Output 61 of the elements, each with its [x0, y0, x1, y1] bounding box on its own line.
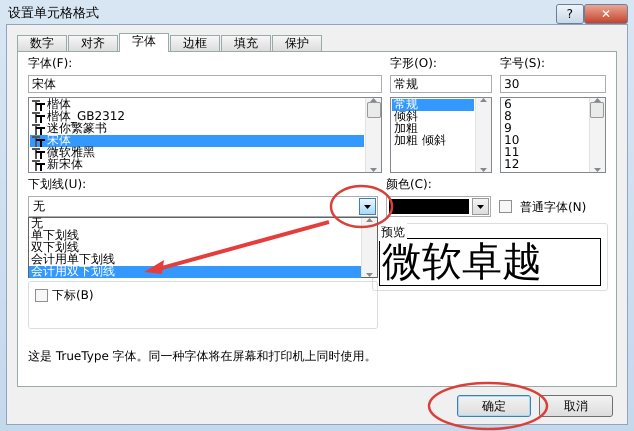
list-item[interactable]: 倾斜	[392, 111, 474, 123]
font-type-icon	[32, 112, 45, 122]
list-item[interactable]: 11	[502, 147, 588, 159]
list-item[interactable]: 新宋体	[30, 159, 364, 171]
style-label: 字形(O):	[390, 56, 438, 71]
tab[interactable]: 字体	[119, 33, 169, 52]
style-input[interactable]: 常规	[390, 75, 492, 93]
scroll-down-icon[interactable]	[594, 168, 601, 172]
scroll-up-icon[interactable]	[480, 98, 488, 102]
caret-icon	[477, 204, 484, 208]
list-item[interactable]: 楷体	[30, 99, 364, 111]
list-item[interactable]: 楷体_GB2312	[30, 111, 364, 123]
preview-text: 微软卓越	[379, 238, 601, 286]
color-dropdown[interactable]	[386, 196, 491, 217]
tab[interactable]: 数字	[17, 35, 67, 51]
dropdown-option[interactable]: 无	[29, 218, 361, 230]
font-type-icon	[32, 136, 45, 146]
color-label: 颜色(C):	[386, 177, 433, 192]
font-type-icon	[32, 160, 45, 170]
size-input[interactable]: 30	[500, 75, 606, 93]
scroll-down-icon[interactable]	[480, 168, 488, 172]
size-label: 字号(S):	[500, 56, 546, 71]
cancel-button[interactable]: 取消	[539, 395, 613, 417]
scroll-thumb[interactable]	[590, 102, 604, 118]
list-item[interactable]: 6	[502, 99, 588, 111]
tab[interactable]: 填充	[221, 35, 271, 51]
list-item[interactable]: 微软雅黑	[30, 147, 364, 159]
window-title: 设置单元格格式	[8, 5, 99, 23]
checkbox[interactable]	[35, 288, 48, 302]
list-item[interactable]: 10	[502, 135, 588, 147]
dropdown-option[interactable]: 会计用单下划线	[29, 254, 361, 266]
tab[interactable]: 边框	[170, 35, 220, 51]
dropdown-button[interactable]	[359, 198, 376, 215]
font-type-icon	[32, 148, 45, 158]
ok-button[interactable]: 确定	[457, 395, 531, 417]
caret-icon	[364, 204, 371, 208]
font-type-icon	[32, 124, 45, 134]
scroll-down-icon[interactable]	[366, 273, 373, 277]
font-label: 字体(F):	[28, 56, 74, 71]
list-item[interactable]: 加粗	[392, 123, 474, 135]
help-button[interactable]: ?	[556, 4, 584, 24]
checkbox[interactable]	[499, 200, 512, 213]
preview-label: 预览	[379, 223, 407, 241]
font-input[interactable]: 宋体	[28, 75, 382, 93]
checkbox-label: 下标(B)	[52, 287, 94, 304]
font-type-icon	[32, 100, 45, 110]
list-item[interactable]: 8	[502, 111, 588, 123]
scroll-down-icon[interactable]	[370, 168, 378, 172]
scroll-thumb[interactable]	[366, 102, 381, 118]
tab[interactable]: 对齐	[68, 35, 118, 51]
list-item[interactable]: 9	[502, 123, 588, 135]
list-item[interactable]: 加粗 倾斜	[392, 135, 474, 147]
underline-dropdown[interactable]: 无	[28, 196, 378, 217]
list-item[interactable]: 12	[502, 159, 588, 171]
tab[interactable]: 保护	[272, 35, 322, 51]
list-item[interactable]: 迷你繁篆书	[30, 123, 364, 135]
underline-label: 下划线(U):	[28, 177, 88, 192]
dropdown-option[interactable]: 单下划线	[29, 230, 361, 242]
checkbox-label: 普通字体(N)	[520, 198, 586, 216]
description-text: 这是 TrueType 字体。同一种字体将在屏幕和打印机上同时使用。	[28, 348, 378, 365]
dropdown-option[interactable]: 双下划线	[29, 242, 361, 254]
